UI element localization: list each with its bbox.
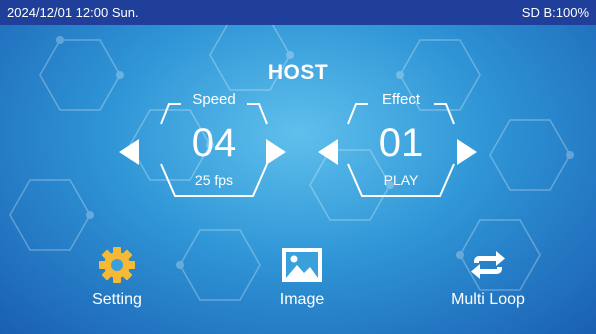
triangle-right-icon: [266, 139, 286, 165]
effect-mode: PLAY: [383, 172, 419, 188]
triangle-left-icon: [119, 139, 139, 165]
speed-increase-button[interactable]: [266, 139, 286, 165]
effect-dial: Effect 01 PLAY: [328, 84, 474, 204]
loop-icon: [471, 251, 505, 279]
image-icon: [282, 248, 322, 282]
setting-label: Setting: [92, 291, 142, 308]
effect-label: Effect: [381, 91, 421, 108]
triangle-right-icon: [457, 139, 477, 165]
speed-fps: 25 fps: [194, 172, 234, 188]
image-button[interactable]: Image: [242, 243, 362, 309]
status-bar: 2024/12/01 12:00 Sun. SD B:100%: [0, 0, 596, 25]
speed-decrease-button[interactable]: [119, 139, 139, 165]
sd-storage-text: SD B:100%: [521, 5, 589, 20]
effect-increase-button[interactable]: [457, 139, 477, 165]
image-label: Image: [279, 291, 325, 308]
multi-loop-label: Multi Loop: [451, 291, 525, 308]
speed-label: Speed: [192, 91, 236, 108]
multi-loop-button[interactable]: Multi Loop: [428, 243, 548, 309]
gear-icon: [99, 247, 135, 283]
setting-button[interactable]: Setting: [57, 243, 177, 309]
page-title: HOST: [267, 61, 329, 84]
device-screen: 2024/12/01 12:00 Sun. SD B:100% HOST Spe…: [0, 0, 596, 334]
datetime-text: 2024/12/01 12:00 Sun.: [7, 5, 139, 20]
effect-value: 01: [378, 121, 424, 165]
